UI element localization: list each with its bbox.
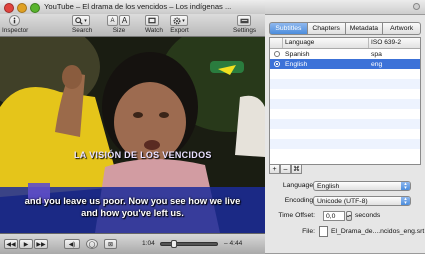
settings-label: Settings bbox=[233, 27, 257, 34]
track-radio-button[interactable] bbox=[273, 61, 280, 67]
popup-arrows-icon: ▴ ▾ bbox=[401, 182, 410, 191]
minimize-window-button[interactable] bbox=[17, 3, 27, 13]
popup-arrows-icon: ▴ ▾ bbox=[401, 197, 410, 206]
inspector-tool[interactable]: Inspector bbox=[2, 15, 28, 34]
fast-forward-button[interactable]: ▶▶ bbox=[34, 239, 48, 249]
time-offset-stepper[interactable]: ▴▾ bbox=[346, 211, 352, 221]
track-action-button[interactable]: ⌘ bbox=[291, 165, 302, 174]
panel-close-button[interactable] bbox=[413, 3, 420, 10]
header-language[interactable]: Language bbox=[283, 38, 369, 48]
table-header: Language ISO 639-2 bbox=[270, 38, 420, 49]
subtitle-tracks-table: Language ISO 639-2 Spanish spa English e… bbox=[269, 37, 421, 165]
time-offset-label: Time Offset: bbox=[278, 212, 315, 219]
encoding-popup[interactable]: Unicode (UTF-8) ▴ ▾ bbox=[313, 196, 411, 206]
watch-label: Watch bbox=[145, 27, 163, 34]
time-offset-unit: seconds bbox=[355, 212, 381, 219]
settings-tool[interactable]: Settings bbox=[233, 15, 256, 34]
tab-artwork[interactable]: Artwork bbox=[383, 22, 421, 35]
track-language: English bbox=[285, 60, 308, 68]
player-titlebar: YouTube – El drama de los vencidos – Los… bbox=[0, 0, 265, 15]
loop-button[interactable]: ◯ bbox=[86, 239, 98, 249]
empty-row bbox=[270, 79, 420, 89]
panel-titlebar bbox=[265, 0, 425, 15]
film-icon bbox=[145, 15, 159, 26]
empty-row bbox=[270, 129, 420, 139]
empty-row bbox=[270, 99, 420, 109]
tab-chapters[interactable]: Chapters bbox=[307, 22, 346, 35]
rewind-button[interactable]: ◀◀ bbox=[4, 239, 18, 249]
zoom-window-button[interactable] bbox=[30, 3, 40, 13]
empty-row bbox=[270, 149, 420, 159]
table-buttons: + – ⌘ bbox=[269, 165, 302, 174]
play-button[interactable]: ▶ bbox=[19, 239, 33, 249]
inspector-panel: Subtitles Chapters Metadata Artwork Lang… bbox=[265, 0, 425, 253]
track-code: eng bbox=[371, 60, 383, 68]
video-caption-overlay: LA VISIÓN DE LOS VENCIDOS bbox=[74, 150, 212, 160]
playback-controls: ◀◀ ▶ ▶▶ ◀) ◯ ⊠ 1:04 – 4:44 bbox=[0, 233, 265, 254]
encoding-label: Encoding: bbox=[284, 197, 315, 204]
video-frame[interactable]: LA VISIÓN DE LOS VENCIDOS and you leave … bbox=[0, 37, 265, 233]
track-radio-button[interactable] bbox=[273, 51, 280, 57]
increase-font-size-button[interactable]: A bbox=[119, 15, 130, 26]
gear-icon: ▾ bbox=[170, 15, 188, 26]
language-label: Language: bbox=[282, 182, 315, 189]
decrease-font-size-button[interactable]: A bbox=[107, 15, 118, 26]
size-tool[interactable]: A A Size bbox=[107, 15, 131, 34]
close-window-button[interactable] bbox=[4, 3, 14, 13]
fullscreen-button[interactable]: ⊠ bbox=[104, 239, 117, 249]
search-icon: ▾ bbox=[72, 15, 90, 26]
info-icon bbox=[9, 15, 21, 26]
search-tool[interactable]: ▾ Search bbox=[72, 15, 92, 34]
player-window: YouTube – El drama de los vencidos – Los… bbox=[0, 0, 265, 254]
seek-bar[interactable] bbox=[160, 240, 218, 248]
header-select-column bbox=[270, 38, 283, 48]
document-icon bbox=[319, 226, 328, 237]
subtitle-line-1: and you leave us poor. Now you see how w… bbox=[24, 195, 241, 206]
size-label: Size bbox=[112, 27, 126, 34]
file-label: File: bbox=[302, 228, 315, 235]
search-label: Search bbox=[72, 27, 93, 34]
language-popup[interactable]: English ▴ ▾ bbox=[313, 181, 411, 191]
tab-metadata[interactable]: Metadata bbox=[345, 22, 384, 35]
inspector-label: Inspector bbox=[2, 27, 29, 34]
encoding-value: Unicode (UTF-8) bbox=[317, 198, 368, 205]
window-title: YouTube – El drama de los vencidos – Los… bbox=[44, 2, 232, 11]
add-track-button[interactable]: + bbox=[269, 165, 280, 174]
language-value: English bbox=[317, 183, 340, 190]
subtitle-line-2: and how you've left us. bbox=[81, 207, 184, 218]
empty-row bbox=[270, 119, 420, 129]
volume-button[interactable]: ◀) bbox=[64, 239, 80, 249]
export-label: Export bbox=[170, 27, 189, 34]
table-row[interactable]: Spanish spa bbox=[270, 49, 420, 59]
remaining-time: – 4:44 bbox=[224, 240, 243, 247]
header-iso-code[interactable]: ISO 639-2 bbox=[369, 38, 420, 48]
empty-row bbox=[270, 69, 420, 79]
remove-track-button[interactable]: – bbox=[280, 165, 291, 174]
tab-subtitles[interactable]: Subtitles bbox=[269, 22, 308, 35]
track-language: Spanish bbox=[285, 50, 310, 58]
empty-row bbox=[270, 139, 420, 149]
empty-row bbox=[270, 89, 420, 99]
file-name: El_Drama_de....ncidos_eng.srt bbox=[331, 228, 425, 235]
table-row[interactable]: English eng bbox=[270, 59, 420, 69]
inspector-tabs: Subtitles Chapters Metadata Artwork bbox=[269, 22, 421, 35]
current-time: 1:04 bbox=[142, 240, 155, 247]
export-tool[interactable]: ▾ Export bbox=[170, 15, 189, 34]
player-toolbar: Inspector ▾ Search A A Size Watch ▾ Expo… bbox=[0, 14, 265, 37]
watch-tool[interactable]: Watch bbox=[145, 15, 163, 34]
keyboard-icon bbox=[237, 15, 252, 26]
track-code: spa bbox=[371, 50, 382, 58]
empty-row bbox=[270, 109, 420, 119]
time-offset-input[interactable]: 0,0 bbox=[323, 211, 345, 221]
seek-knob[interactable] bbox=[171, 240, 177, 248]
